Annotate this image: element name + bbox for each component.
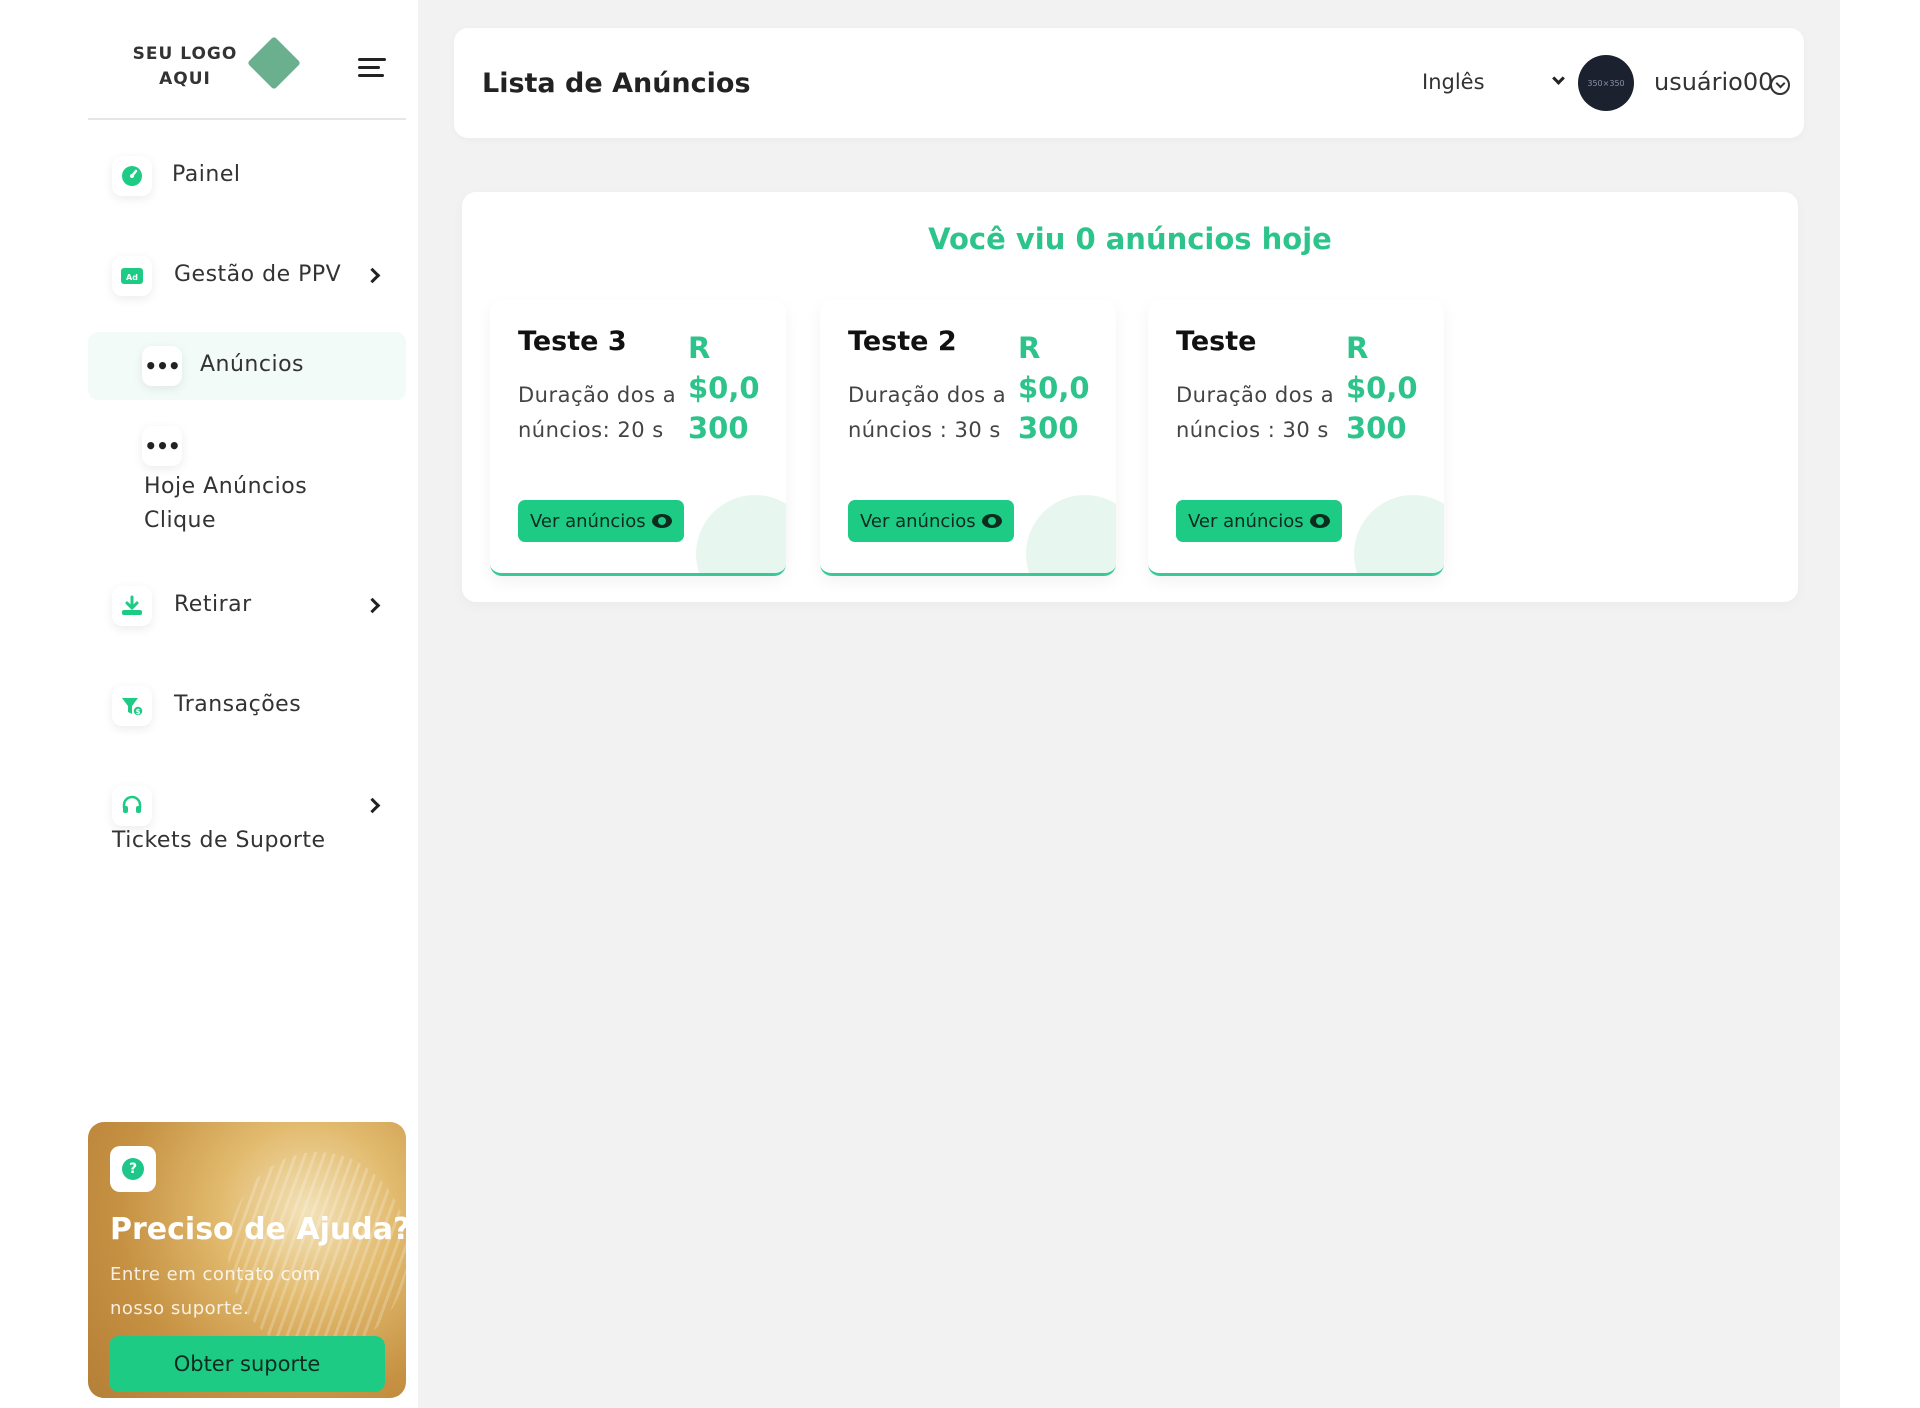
sidebar-item-label: Transações — [174, 692, 302, 717]
help-subtitle: Entre em contato com nosso suporte. — [110, 1264, 321, 1319]
view-ads-label: Ver anúncios — [530, 510, 646, 532]
logo-diamond-icon — [247, 36, 301, 90]
sidebar-item-label: Painel — [172, 162, 241, 187]
ad-name: Teste 3 — [518, 326, 627, 357]
logo-text-line2: AQUI — [159, 69, 211, 89]
help-card: ? Preciso de Ajuda? Entre em contato com… — [88, 1122, 406, 1398]
ad-duration: Duração dos anúncios: 20 s — [518, 383, 677, 442]
help-question-icon: ? — [110, 1146, 156, 1192]
sidebar-item-label: Tickets de Suporte — [112, 828, 326, 853]
ad-card: Teste 3 Duração dos anúncios: 20 s R$0,0… — [490, 300, 786, 576]
page-title: Lista de Anúncios — [482, 68, 751, 99]
sidebar: SEU LOGO AQUI Painel Ad Gestão de PPV ••… — [0, 0, 418, 1408]
sidebar-item-anuncios[interactable]: ••• Anúncios — [88, 340, 406, 390]
ad-duration: Duração dos anúncios : 30 s — [1176, 383, 1335, 442]
ad-card-decoration — [696, 495, 786, 573]
ad-price: R$0,0300 — [1018, 331, 1090, 445]
ad-icon: Ad — [112, 256, 152, 296]
user-menu-chevron-icon[interactable] — [1770, 75, 1790, 95]
ad-name: Teste 2 — [848, 326, 957, 357]
sidebar-item-label: Hoje Anúncios Clique — [144, 474, 308, 533]
main-area: Lista de Anúncios Inglês 350×350 usuário… — [418, 0, 1840, 1408]
get-support-button[interactable]: Obter suporte — [109, 1336, 385, 1392]
dashboard-icon — [112, 156, 152, 196]
avatar[interactable]: 350×350 — [1578, 55, 1634, 111]
sidebar-item-retirar[interactable]: Retirar — [88, 580, 406, 630]
help-title: Preciso de Ajuda? — [110, 1212, 406, 1247]
language-select[interactable]: Inglês — [1422, 70, 1485, 94]
sidebar-item-tickets[interactable]: Tickets de Suporte — [88, 780, 406, 854]
more-dots-icon: ••• — [142, 346, 182, 386]
ad-card: Teste 2 Duração dos anúncios : 30 s R$0,… — [820, 300, 1116, 576]
ads-list-card: Você viu 0 anúncios hoje Teste 3 Duração… — [462, 192, 1798, 602]
sidebar-item-label: Anúncios — [200, 352, 305, 377]
headset-icon — [112, 786, 152, 826]
svg-text:Ad: Ad — [126, 273, 138, 282]
logo-text-line1: SEU LOGO — [132, 44, 238, 64]
ad-card-decoration — [1026, 495, 1116, 573]
ad-duration: Duração dos anúncios : 30 s — [848, 383, 1007, 442]
eye-icon — [1309, 514, 1330, 528]
ad-price: R$0,0300 — [1346, 331, 1418, 445]
view-ads-button[interactable]: Ver anúncios — [518, 500, 684, 542]
chevron-right-icon — [364, 597, 381, 614]
view-ads-label: Ver anúncios — [1188, 510, 1304, 532]
view-ads-button[interactable]: Ver anúncios — [848, 500, 1014, 542]
sidebar-item-ppv[interactable]: Ad Gestão de PPV — [88, 250, 406, 300]
view-ads-label: Ver anúncios — [860, 510, 976, 532]
view-ads-button[interactable]: Ver anúncios — [1176, 500, 1342, 542]
sidebar-item-painel[interactable]: Painel — [88, 150, 406, 200]
sidebar-item-label: Retirar — [174, 592, 252, 617]
hamburger-menu-icon[interactable] — [358, 58, 386, 82]
sidebar-item-label: Gestão de PPV — [174, 262, 342, 287]
sidebar-divider — [88, 118, 406, 120]
viewed-ads-count: Você viu 0 anúncios hoje — [928, 222, 1332, 256]
more-dots-icon: ••• — [142, 426, 182, 466]
ad-name: Teste — [1176, 326, 1257, 357]
sidebar-item-hoje-anuncios[interactable]: ••• Hoje Anúncios Clique — [88, 426, 406, 536]
ad-price: R$0,0300 — [688, 331, 760, 445]
withdraw-icon — [112, 586, 152, 626]
top-bar: Lista de Anúncios Inglês 350×350 usuário… — [454, 28, 1804, 138]
transactions-icon: $ — [112, 686, 152, 726]
ad-card: Teste Duração dos anúncios : 30 s R$0,03… — [1148, 300, 1444, 576]
eye-icon — [981, 514, 1002, 528]
username[interactable]: usuário00 — [1654, 68, 1773, 96]
chevron-down-icon[interactable] — [1552, 72, 1565, 85]
chevron-right-icon — [364, 267, 381, 284]
sidebar-item-transacoes[interactable]: $ Transações — [88, 680, 406, 730]
eye-icon — [651, 514, 672, 528]
chevron-right-icon — [364, 797, 381, 814]
logo[interactable]: SEU LOGO AQUI — [125, 42, 245, 92]
svg-text:$: $ — [136, 708, 141, 716]
ad-card-decoration — [1354, 495, 1444, 573]
